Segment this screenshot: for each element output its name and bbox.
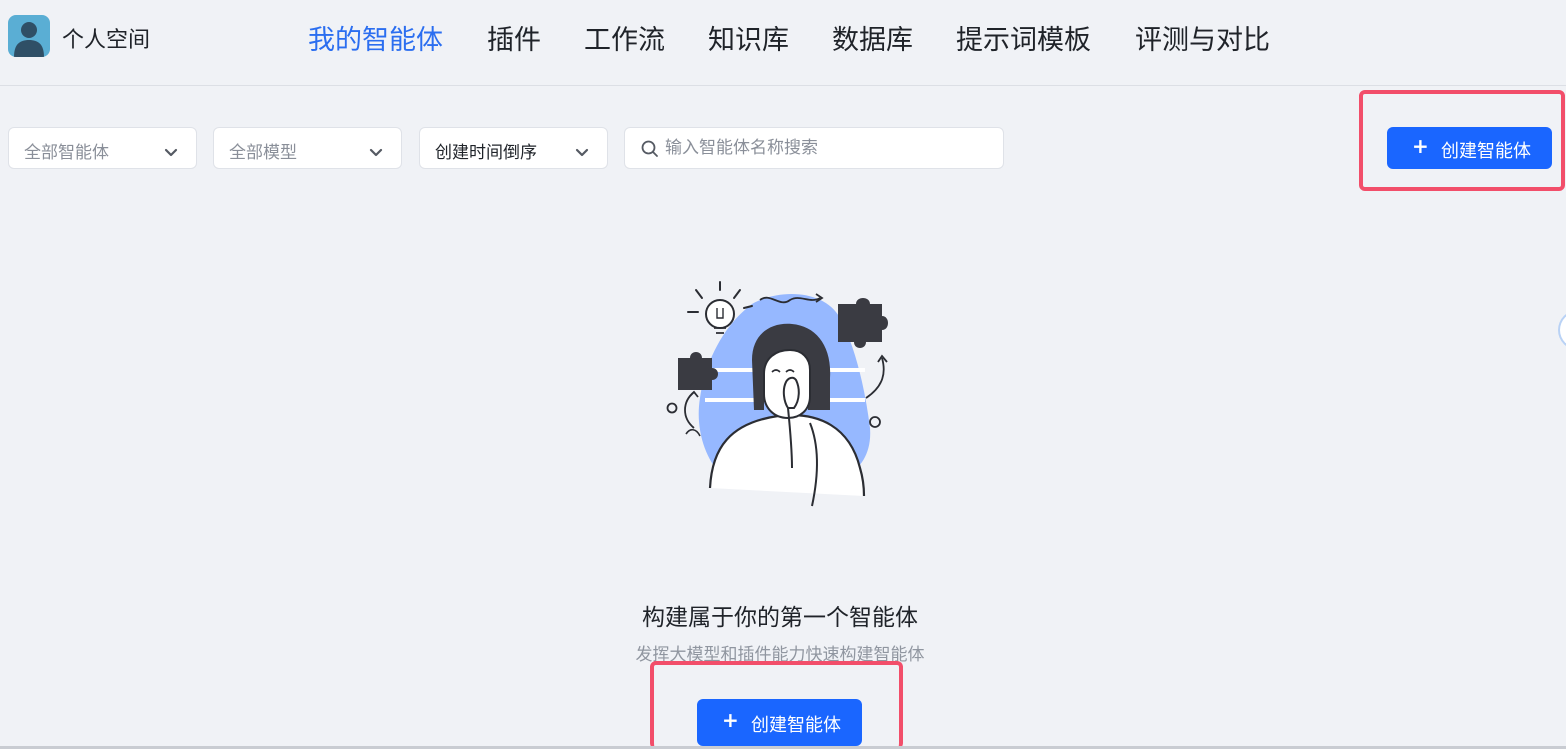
create-agent-button[interactable]: + 创建智能体 <box>1387 127 1552 169</box>
create-agent-label: 创建智能体 <box>751 715 841 736</box>
side-panel-handle[interactable] <box>1558 310 1566 350</box>
tab-workflow[interactable]: 工作流 <box>584 18 665 57</box>
tab-plugins[interactable]: 插件 <box>487 18 541 57</box>
model-select[interactable]: 全部模型 <box>213 127 402 169</box>
tab-my-agents[interactable]: 我的智能体 <box>308 18 443 57</box>
top-bar: 个人空间 我的智能体 插件 工作流 知识库 数据库 提示词模板 评测与对比 <box>0 0 1566 86</box>
search-input[interactable] <box>665 134 985 162</box>
empty-state-illustration <box>660 278 900 514</box>
sort-select[interactable]: 创建时间倒序 <box>419 127 608 169</box>
model-value: 全部模型 <box>229 143 297 163</box>
chevron-down-icon <box>575 143 589 162</box>
tab-evaluation[interactable]: 评测与对比 <box>1135 18 1270 57</box>
sort-value: 创建时间倒序 <box>435 143 537 163</box>
space-title[interactable]: 个人空间 <box>62 22 150 54</box>
create-agent-label: 创建智能体 <box>1441 141 1531 162</box>
empty-state-title: 构建属于你的第一个智能体 <box>642 605 918 631</box>
chevron-down-icon <box>164 143 178 162</box>
create-agent-button-empty-state[interactable]: + 创建智能体 <box>697 699 862 746</box>
search-box[interactable] <box>624 127 1004 169</box>
empty-state-subtitle: 发挥大模型和插件能力快速构建智能体 <box>635 645 925 665</box>
tab-prompt-templates[interactable]: 提示词模板 <box>956 18 1091 57</box>
user-avatar-icon[interactable] <box>8 15 50 57</box>
chevron-down-icon <box>369 143 383 162</box>
agent-type-select[interactable]: 全部智能体 <box>8 127 197 169</box>
agent-type-value: 全部智能体 <box>24 143 109 163</box>
plus-icon: + <box>1412 134 1429 158</box>
plus-icon: + <box>722 708 739 732</box>
search-icon <box>641 140 659 162</box>
tab-database[interactable]: 数据库 <box>832 18 913 57</box>
tab-knowledge-base[interactable]: 知识库 <box>708 18 789 57</box>
